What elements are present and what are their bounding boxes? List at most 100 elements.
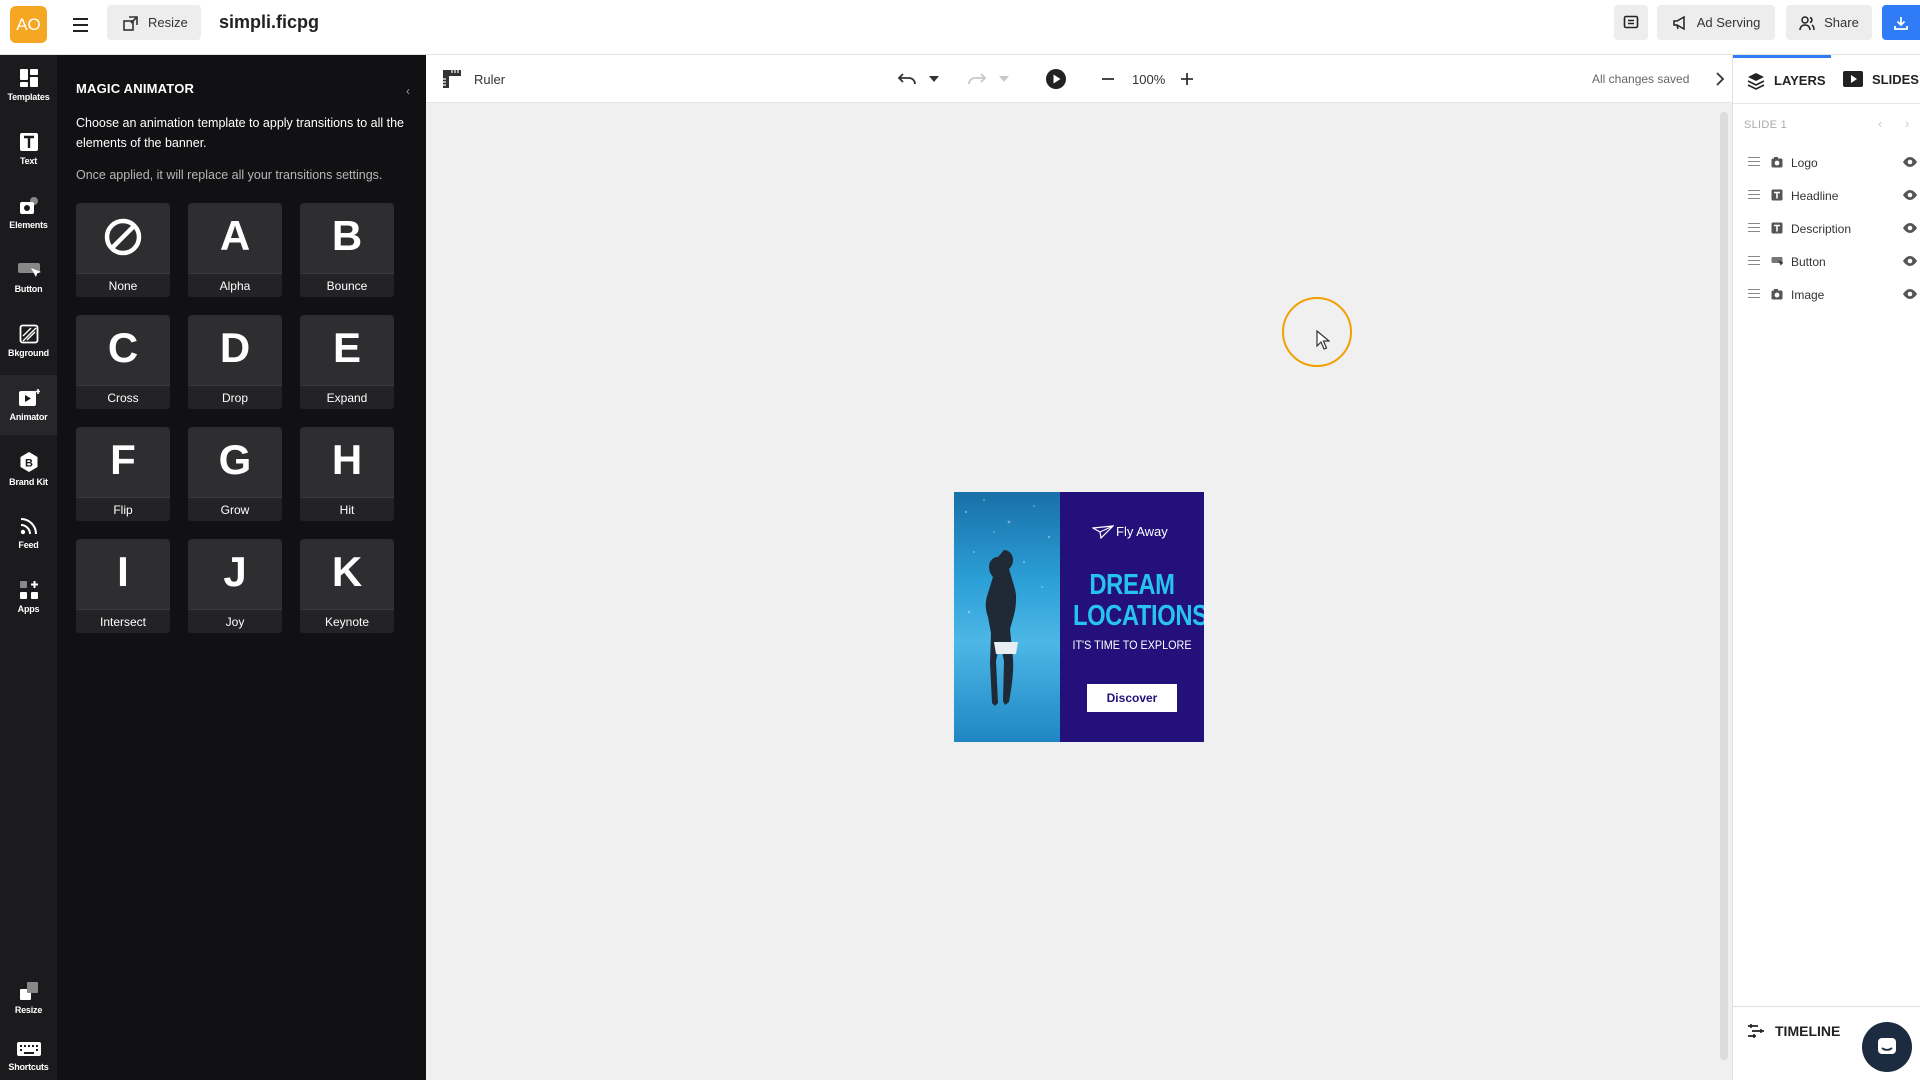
chevron-left-icon[interactable]: ‹ xyxy=(1878,116,1882,131)
download-button[interactable] xyxy=(1882,5,1920,40)
layer-name: Image xyxy=(1791,288,1825,302)
undo-history-dropdown[interactable] xyxy=(926,67,942,91)
template-name: Flip xyxy=(76,497,170,521)
banner-headline[interactable]: DREAM LOCATIONS xyxy=(1073,569,1204,632)
layer-button[interactable]: Button xyxy=(1733,245,1920,278)
template-flip[interactable]: F Flip xyxy=(76,427,170,521)
expand-panel-button[interactable] xyxy=(1708,67,1732,91)
banner-logo[interactable]: Fly Away xyxy=(1092,524,1168,539)
chevron-right-icon[interactable]: › xyxy=(1905,116,1909,131)
rail-label: Elements xyxy=(9,220,48,230)
drag-handle-icon[interactable] xyxy=(1748,190,1760,199)
template-letter: F xyxy=(110,436,136,483)
rail-item-templates[interactable]: Templates xyxy=(0,55,57,115)
banner-image[interactable] xyxy=(954,492,1060,742)
drag-handle-icon[interactable] xyxy=(1748,289,1760,298)
template-name: Keynote xyxy=(300,609,394,633)
banner-description[interactable]: IT'S TIME TO EXPLORE xyxy=(1067,638,1197,652)
template-name: Bounce xyxy=(300,273,394,297)
menu-icon[interactable] xyxy=(68,13,92,37)
template-grow[interactable]: G Grow xyxy=(188,427,282,521)
rail-item-button[interactable]: Button xyxy=(0,247,57,307)
undo-icon xyxy=(897,73,916,85)
animator-panel: MAGIC ANIMATOR ‹ Choose an animation tem… xyxy=(57,55,426,1080)
support-chat-button[interactable] xyxy=(1862,1022,1912,1072)
text-icon xyxy=(1771,189,1783,201)
layer-headline[interactable]: Headline xyxy=(1733,179,1920,212)
template-hit[interactable]: H Hit xyxy=(300,427,394,521)
banner-artboard[interactable]: Fly Away DREAM LOCATIONS IT'S TIME TO EX… xyxy=(954,492,1204,742)
drag-handle-icon[interactable] xyxy=(1748,223,1760,232)
template-name: Joy xyxy=(188,609,282,633)
eye-icon xyxy=(1903,157,1917,167)
play-preview-button[interactable] xyxy=(1044,67,1068,91)
share-button[interactable]: Share xyxy=(1786,5,1872,40)
ad-serving-button[interactable]: Ad Serving xyxy=(1657,5,1775,40)
rail-item-feed[interactable]: Feed xyxy=(0,503,57,563)
template-name: Cross xyxy=(76,385,170,409)
timeline-label: TIMELINE xyxy=(1775,1022,1841,1039)
rail-item-apps[interactable]: Apps xyxy=(0,567,57,627)
template-bounce[interactable]: B Bounce xyxy=(300,203,394,297)
template-intersect[interactable]: I Intersect xyxy=(76,539,170,633)
rail-label: Text xyxy=(19,156,38,166)
template-alpha[interactable]: A Alpha xyxy=(188,203,282,297)
elements-icon xyxy=(19,197,38,214)
ruler-label: Ruler xyxy=(474,71,506,87)
banner-discover-button[interactable]: Discover xyxy=(1087,684,1177,712)
feed-icon xyxy=(20,518,37,535)
template-letter: J xyxy=(223,548,247,595)
drag-handle-icon[interactable] xyxy=(1748,256,1760,265)
banner-background[interactable]: Fly Away DREAM LOCATIONS IT'S TIME TO EX… xyxy=(1060,492,1204,742)
layer-image[interactable]: Image xyxy=(1733,278,1920,311)
mouse-pointer-icon xyxy=(1316,330,1330,350)
comments-button[interactable] xyxy=(1614,5,1648,40)
top-bar: AO Resize simpli.ficpg Ad Serving Share xyxy=(0,0,1920,55)
eye-icon xyxy=(1903,289,1917,299)
template-none[interactable]: None xyxy=(76,203,170,297)
timeline-icon xyxy=(1748,1023,1764,1038)
template-drop[interactable]: D Drop xyxy=(188,315,282,409)
eye-icon xyxy=(1903,256,1917,266)
text-icon xyxy=(19,133,38,151)
rail-item-elements[interactable]: Elements xyxy=(0,183,57,243)
headline-line-1: DREAM xyxy=(1089,569,1175,601)
rail-item-resize[interactable]: Resize xyxy=(0,968,57,1028)
zoom-out-button[interactable] xyxy=(1096,67,1120,91)
layer-description[interactable]: Description xyxy=(1733,212,1920,245)
resize-icon xyxy=(123,15,138,31)
comment-icon xyxy=(1623,15,1639,28)
text-icon xyxy=(1771,222,1783,234)
undo-button[interactable] xyxy=(895,67,919,91)
template-expand[interactable]: E Expand xyxy=(300,315,394,409)
tab-slides[interactable]: SLIDES xyxy=(1843,55,1920,103)
template-letter: G xyxy=(218,436,252,483)
tab-layers[interactable]: LAYERS xyxy=(1733,55,1831,103)
template-name: Grow xyxy=(188,497,282,521)
template-keynote[interactable]: K Keynote xyxy=(300,539,394,633)
template-joy[interactable]: J Joy xyxy=(188,539,282,633)
canvas-scrollbar[interactable] xyxy=(1720,112,1728,1060)
megaphone-icon xyxy=(1672,15,1685,30)
minus-icon xyxy=(1102,78,1114,80)
redo-button[interactable] xyxy=(965,67,989,91)
layer-name: Button xyxy=(1791,255,1826,269)
rail-item-animator[interactable]: Animator xyxy=(0,375,57,435)
document-title[interactable]: simpli.ficpg xyxy=(219,12,319,33)
user-avatar[interactable]: AO xyxy=(10,6,47,43)
zoom-level[interactable]: 100% xyxy=(1132,72,1165,87)
redo-history-dropdown[interactable] xyxy=(996,67,1012,91)
zoom-in-button[interactable] xyxy=(1175,67,1199,91)
drag-handle-icon[interactable] xyxy=(1748,157,1760,166)
chevron-left-icon[interactable]: ‹ xyxy=(406,84,410,98)
rail-item-text[interactable]: Text xyxy=(0,119,57,179)
rail-item-brand-kit[interactable]: B Brand Kit xyxy=(0,439,57,499)
rail-item-background[interactable]: Bkground xyxy=(0,311,57,371)
rail-item-shortcuts[interactable]: Shortcuts xyxy=(0,1032,57,1080)
ruler-toggle[interactable]: Ruler xyxy=(442,69,505,89)
template-letter: E xyxy=(332,324,361,371)
left-rail: Templates Text Elements Button Bkground … xyxy=(0,55,57,1080)
resize-button[interactable]: Resize xyxy=(107,5,201,40)
layer-logo[interactable]: Logo xyxy=(1733,146,1920,179)
template-cross[interactable]: C Cross xyxy=(76,315,170,409)
